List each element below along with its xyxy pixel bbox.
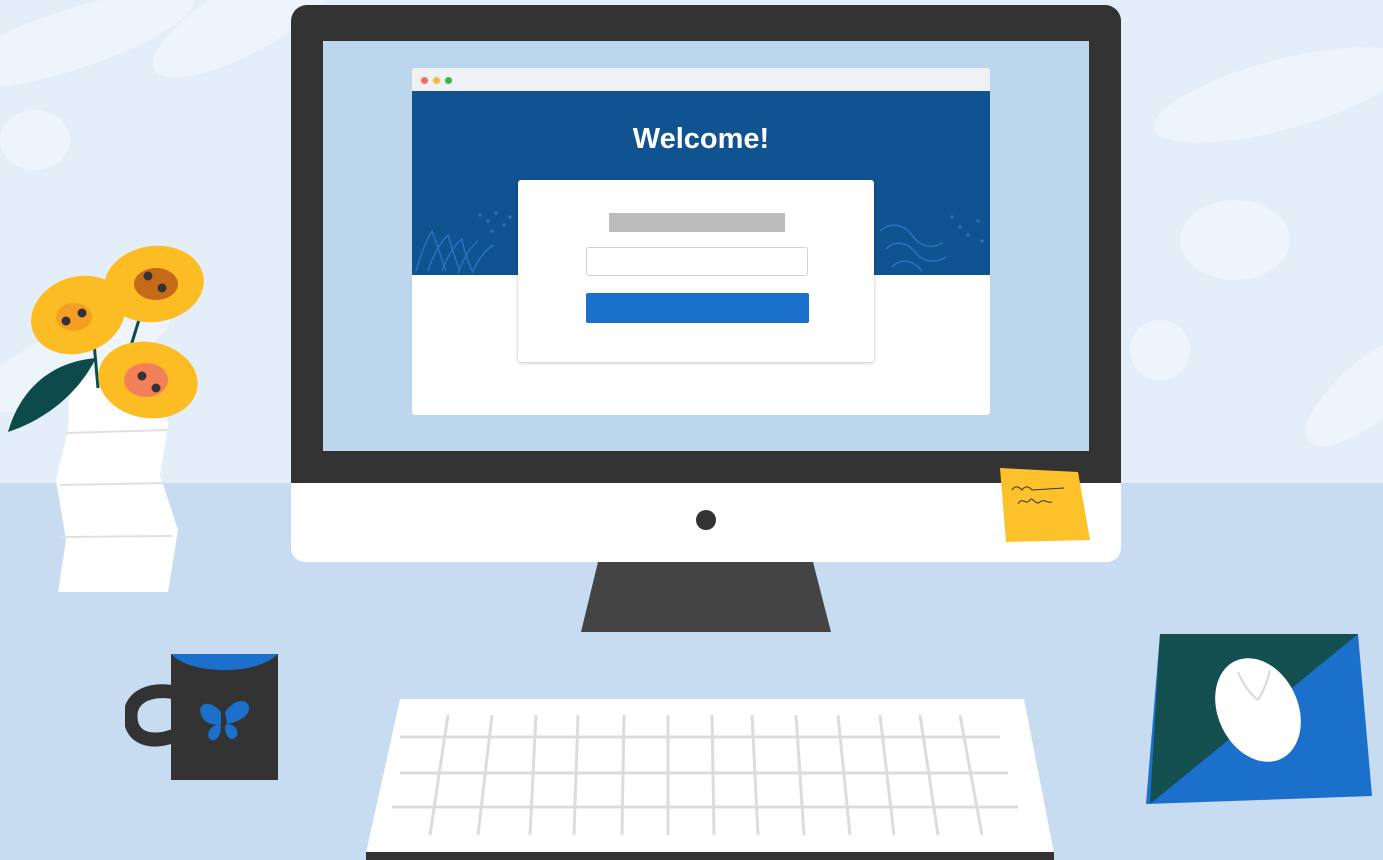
monitor-stand (581, 562, 831, 632)
keyboard (366, 699, 1054, 860)
camera-dot-icon (696, 510, 716, 530)
sticky-note (1000, 468, 1090, 542)
login-button[interactable] (586, 293, 809, 323)
browser-window: Welcome! (412, 68, 990, 415)
coffee-mug (125, 654, 278, 780)
login-input[interactable] (586, 247, 808, 276)
monitor-screen: Welcome! (323, 41, 1089, 451)
minimize-window-icon[interactable] (433, 77, 440, 84)
login-label-placeholder (609, 213, 785, 232)
browser-titlebar (412, 68, 990, 91)
maximize-window-icon[interactable] (445, 77, 452, 84)
close-window-icon[interactable] (421, 77, 428, 84)
mousepad (1146, 634, 1372, 804)
flower-vase (8, 245, 204, 592)
welcome-title: Welcome! (632, 123, 770, 155)
login-card (518, 180, 874, 362)
